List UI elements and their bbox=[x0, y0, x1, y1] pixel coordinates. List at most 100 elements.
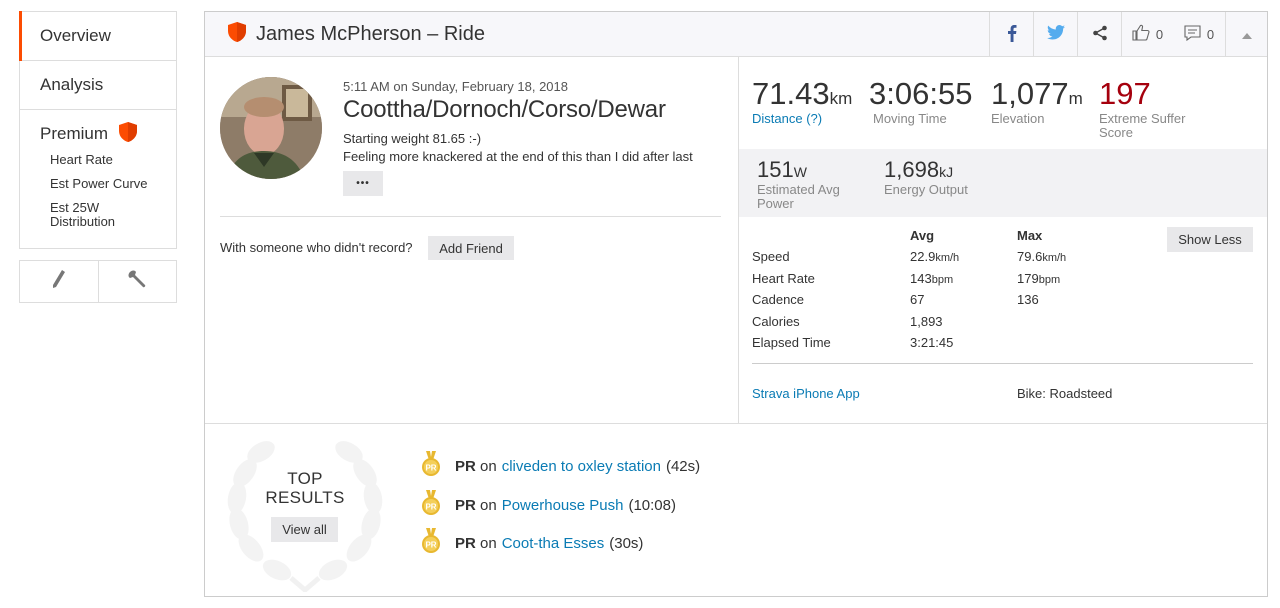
actions-button[interactable] bbox=[97, 261, 177, 302]
row-avg: 3:21:45 bbox=[910, 335, 954, 350]
twitter-icon bbox=[1046, 25, 1065, 43]
kudos-button[interactable]: 0 bbox=[1121, 12, 1173, 56]
page-title: James McPherson – Ride bbox=[256, 22, 485, 45]
activity-description: Starting weight 81.65 :-) Feeling more k… bbox=[343, 130, 693, 166]
stat-label: Energy Output bbox=[884, 182, 968, 197]
device-link[interactable]: Strava iPhone App bbox=[752, 386, 860, 401]
activity-header: James McPherson – Ride 0 0 bbox=[205, 12, 1267, 57]
row-label: Speed bbox=[752, 249, 790, 264]
divider bbox=[752, 363, 1253, 364]
column-header-max: Max bbox=[1017, 228, 1043, 243]
svg-text:PR: PR bbox=[425, 541, 436, 550]
column-header-avg: Avg bbox=[910, 228, 935, 243]
row-label: Elapsed Time bbox=[752, 335, 831, 350]
show-less-button[interactable]: Show Less bbox=[1167, 227, 1253, 252]
premium-label: Premium bbox=[40, 124, 109, 143]
facebook-share-button[interactable] bbox=[989, 12, 1033, 56]
stat-moving-time: 3:06:55 Moving Time bbox=[869, 76, 972, 126]
stat-label: Score bbox=[1099, 125, 1133, 140]
comments-button[interactable]: 0 bbox=[1173, 12, 1225, 56]
segment-time: (10:08) bbox=[628, 496, 676, 514]
thumbs-up-icon bbox=[1132, 24, 1150, 44]
header-actions: 0 0 bbox=[989, 12, 1267, 56]
stat-distance: 71.43km Distance (?) bbox=[752, 76, 852, 126]
sidebar-item-overview[interactable]: Overview bbox=[19, 11, 176, 61]
pr-medal-icon: PR bbox=[421, 528, 441, 558]
more-button[interactable]: ••• bbox=[343, 171, 383, 196]
segment-link[interactable]: cliveden to oxley station bbox=[502, 458, 661, 475]
row-max: 136 bbox=[1017, 292, 1039, 307]
ellipsis-icon: ••• bbox=[356, 178, 370, 189]
secondary-stats: 151W Estimated Avg Power 1,698kJ Energy … bbox=[739, 149, 1267, 217]
description-line: Starting weight 81.65 :-) bbox=[343, 131, 482, 146]
pr-result-item: PR PR on cliveden to oxley station (42s) bbox=[421, 451, 700, 481]
pr-medal-icon: PR bbox=[421, 490, 441, 520]
pr-medal-icon: PR bbox=[421, 451, 441, 481]
stat-energy: 1,698kJ Energy Output bbox=[884, 157, 968, 197]
sidebar-item-analysis[interactable]: Analysis bbox=[20, 61, 176, 110]
laurel-wreath-icon bbox=[221, 428, 389, 594]
distance-info-link[interactable]: Distance (?) bbox=[752, 112, 852, 126]
add-friend-button[interactable]: Add Friend bbox=[428, 236, 514, 260]
collapse-button[interactable] bbox=[1225, 12, 1267, 56]
description-line: Feeling more knackered at the end of thi… bbox=[343, 149, 693, 164]
share-icon bbox=[1092, 25, 1108, 44]
stat-unit: km bbox=[829, 89, 853, 108]
activity-name: Coottha/Dornoch/Corso/Dewar bbox=[343, 96, 666, 123]
segment-link[interactable]: Powerhouse Push bbox=[502, 497, 624, 514]
kudos-count: 0 bbox=[1155, 26, 1164, 42]
sidebar-subitem-heart-rate[interactable]: Heart Rate bbox=[20, 148, 176, 172]
stat-elevation: 1,077m Elevation bbox=[991, 76, 1083, 126]
sidebar-premium-section: Premium Heart Rate Est Power Curve Est 2… bbox=[20, 110, 176, 248]
stat-label: Elevation bbox=[991, 111, 1045, 126]
stat-value: 151 bbox=[757, 157, 794, 182]
top-results-title: TOP RESULTS bbox=[265, 469, 345, 507]
pr-result-item: PR PR on Powerhouse Push (10:08) bbox=[421, 490, 676, 520]
twitter-share-button[interactable] bbox=[1033, 12, 1077, 56]
share-button[interactable] bbox=[1077, 12, 1121, 56]
bike-label: Bike: Roadsteed bbox=[1017, 386, 1113, 401]
divider bbox=[220, 216, 721, 217]
stat-value: 1,698 bbox=[884, 157, 940, 182]
facebook-icon bbox=[1007, 24, 1017, 45]
row-avg: 1,893 bbox=[910, 314, 943, 329]
sidebar-subitem-est-25w-distribution[interactable]: Est 25W Distribution bbox=[20, 196, 130, 234]
edit-button[interactable] bbox=[20, 261, 98, 302]
segment-time: (42s) bbox=[665, 457, 701, 475]
row-label: Calories bbox=[752, 314, 800, 329]
svg-text:PR: PR bbox=[425, 464, 436, 473]
vertical-divider bbox=[738, 57, 739, 423]
sidebar-item-label: Overview bbox=[40, 26, 111, 45]
comment-count: 0 bbox=[1206, 26, 1215, 42]
row-avg: 67 bbox=[910, 292, 925, 307]
stat-unit: kJ bbox=[939, 164, 954, 180]
sidebar-menu: Overview Analysis Premium Heart Rate Est… bbox=[19, 11, 177, 249]
stat-value: 1,077 bbox=[991, 76, 1069, 111]
comment-icon bbox=[1184, 24, 1201, 44]
pr-result-item: PR PR on Coot-tha Esses (30s) bbox=[421, 528, 643, 558]
sidebar-item-premium[interactable]: Premium bbox=[20, 120, 176, 148]
caret-up-icon bbox=[1241, 27, 1252, 42]
stat-value: 197 bbox=[1099, 76, 1151, 111]
stat-suffer-score: 197 Extreme Suffer Score bbox=[1099, 76, 1185, 140]
segment-link[interactable]: Coot-tha Esses bbox=[502, 535, 605, 552]
avatar[interactable] bbox=[220, 77, 322, 179]
stat-label: Extreme Suffer bbox=[1099, 111, 1186, 126]
row-avg: 143bpm bbox=[910, 271, 954, 286]
svg-text:PR: PR bbox=[425, 503, 436, 512]
sidebar-item-label: Analysis bbox=[40, 75, 104, 94]
row-max: 79.6km/h bbox=[1017, 249, 1067, 264]
wrench-icon bbox=[127, 269, 147, 294]
view-all-button[interactable]: View all bbox=[271, 517, 338, 542]
stat-unit: W bbox=[793, 164, 807, 180]
activity-panel: James McPherson – Ride 0 0 5:11 AM on Su… bbox=[204, 11, 1268, 597]
row-label: Cadence bbox=[752, 292, 805, 307]
stat-label: Estimated Avg bbox=[757, 182, 840, 197]
stat-power: 151W Estimated Avg Power bbox=[757, 157, 840, 211]
segment-time: (30s) bbox=[609, 534, 644, 552]
stat-value: 3:06:55 bbox=[869, 76, 973, 111]
row-avg: 22.9km/h bbox=[910, 249, 960, 264]
sidebar-tools bbox=[19, 260, 177, 303]
sidebar-subitem-est-power-curve[interactable]: Est Power Curve bbox=[20, 172, 176, 196]
premium-shield-icon bbox=[118, 121, 138, 148]
